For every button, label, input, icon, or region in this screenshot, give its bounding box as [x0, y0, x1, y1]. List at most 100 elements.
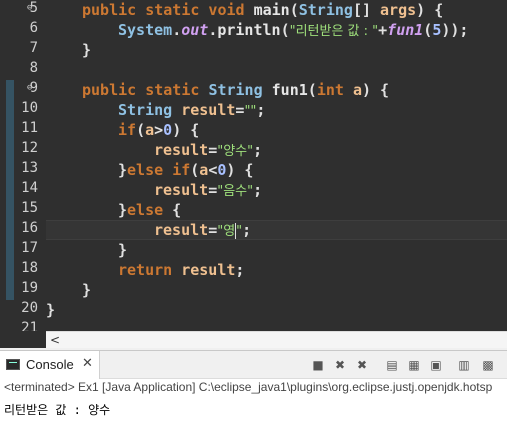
- line-number: 8: [29, 60, 38, 76]
- punct: }: [118, 241, 128, 259]
- console-tab-bar: Console ✕ ■ ✖ ✖ ▤ ▦ ▣ ▥ ▩: [0, 351, 507, 379]
- punct: (: [423, 21, 433, 39]
- punct: +: [378, 21, 388, 39]
- terminate-icon[interactable]: ■: [310, 357, 326, 373]
- display-selected-icon[interactable]: ▥: [456, 357, 472, 373]
- horizontal-scrollbar[interactable]: <: [46, 331, 507, 348]
- open-console-icon[interactable]: ▩: [480, 357, 496, 373]
- identifier: args: [380, 1, 417, 19]
- line-number: 15: [21, 200, 38, 216]
- punct: (: [136, 121, 146, 139]
- string-literal: "양수": [217, 144, 254, 159]
- change-ruler-marker: [6, 80, 14, 300]
- code-line-19[interactable]: }: [46, 280, 91, 300]
- punct: (: [280, 21, 290, 39]
- code-line-20[interactable]: }: [46, 300, 55, 320]
- identifier: result: [181, 101, 236, 119]
- punct: (: [289, 1, 299, 19]
- punct: ;: [242, 221, 252, 239]
- pin-console-icon[interactable]: ▣: [428, 357, 444, 373]
- line-number: 11: [21, 120, 38, 136]
- line-number: 16: [21, 220, 38, 236]
- keyword: int: [316, 81, 353, 99]
- close-icon[interactable]: ✕: [82, 356, 93, 371]
- code-line-16[interactable]: result="영";: [46, 220, 251, 240]
- code-line-13[interactable]: }else if(a<0) {: [46, 160, 253, 180]
- line-number: 17: [21, 240, 38, 256]
- identifier: a: [352, 81, 362, 99]
- punct: {: [163, 201, 182, 219]
- code-line-12[interactable]: result="양수";: [46, 140, 262, 160]
- console-output[interactable]: 리턴받은 값 : 양수: [4, 401, 110, 418]
- punct: ;: [253, 141, 263, 159]
- code-line-6[interactable]: System.out.println("리턴받은 값 : "+fun1(5));: [46, 20, 468, 40]
- line-number: 14: [21, 180, 38, 196]
- line-number: 18: [21, 260, 38, 276]
- punct: .: [172, 21, 182, 39]
- line-number: 12: [21, 140, 38, 156]
- identifier: a: [199, 161, 209, 179]
- punct: =: [208, 141, 218, 159]
- line-number: 19: [21, 280, 38, 296]
- fold-toggle-icon[interactable]: ⊖: [27, 0, 32, 18]
- punct: }: [46, 301, 56, 319]
- punct: ) {: [172, 121, 200, 139]
- remove-all-icon[interactable]: ✖: [354, 357, 370, 373]
- code-line-15[interactable]: }else {: [46, 200, 181, 220]
- number-literal: 5: [432, 21, 442, 39]
- identifier: result: [154, 221, 209, 239]
- keyword: public static void: [82, 1, 254, 19]
- tab-console-label: Console: [26, 357, 74, 372]
- line-number: 5: [29, 0, 38, 16]
- console-icon: [6, 359, 20, 370]
- type-name: String: [298, 1, 353, 19]
- punct: }: [118, 161, 128, 179]
- punct: ;: [253, 181, 263, 199]
- punct: []: [352, 1, 381, 19]
- tab-console[interactable]: Console ✕: [0, 351, 100, 379]
- code-area[interactable]: public static void main(String[] args) {…: [46, 0, 507, 331]
- code-line-11[interactable]: if(a>0) {: [46, 120, 199, 140]
- string-literal: "": [244, 104, 257, 119]
- identifier: result: [154, 141, 209, 159]
- punct: }: [82, 281, 92, 299]
- type-name: System: [118, 21, 173, 39]
- console-status-line: <terminated> Ex1 [Java Application] C:\e…: [4, 380, 493, 394]
- method-name: main: [253, 1, 290, 19]
- code-line-14[interactable]: result="음수";: [46, 180, 262, 200]
- punct: }: [82, 41, 92, 59]
- word-wrap-icon[interactable]: ▦: [406, 357, 422, 373]
- fold-toggle-icon[interactable]: ⊖: [27, 78, 32, 98]
- code-editor[interactable]: 5 6 7 8 9 10 11 12 13 14 15 16 17 18 19 20 21 public sta…: [0, 0, 507, 331]
- identifier: a: [145, 121, 155, 139]
- keyword: if: [172, 161, 191, 179]
- remove-launch-icon[interactable]: ✖: [332, 357, 348, 373]
- punct: =: [208, 221, 218, 239]
- keyword: else: [127, 201, 164, 219]
- code-line-18[interactable]: return result;: [46, 260, 244, 280]
- code-line-7[interactable]: }: [46, 40, 91, 60]
- punct: ;: [256, 101, 266, 119]
- code-line-9[interactable]: public static String fun1(int a) {: [46, 80, 389, 100]
- punct: ));: [441, 21, 469, 39]
- type-name: String: [208, 81, 272, 99]
- scrollbar-corner: [0, 331, 46, 348]
- keyword: public static: [82, 81, 209, 99]
- line-number: 6: [29, 20, 38, 36]
- static-method: fun1: [387, 21, 424, 39]
- scroll-left-icon[interactable]: <: [50, 333, 60, 347]
- static-field: out: [181, 21, 209, 39]
- line-number: 20: [21, 300, 38, 316]
- method-name: println: [217, 21, 281, 39]
- line-number: 21: [21, 320, 38, 331]
- code-line-17[interactable]: }: [46, 240, 127, 260]
- line-number: 9: [29, 80, 38, 96]
- code-line-5[interactable]: public static void main(String[] args) {: [46, 0, 443, 20]
- scroll-lock-icon[interactable]: ▤: [384, 357, 400, 373]
- code-line-10[interactable]: String result="";: [46, 100, 265, 120]
- punct: ;: [235, 261, 245, 279]
- method-name: fun1: [271, 81, 308, 99]
- punct: >: [154, 121, 164, 139]
- punct: <: [208, 161, 218, 179]
- keyword: return: [118, 261, 182, 279]
